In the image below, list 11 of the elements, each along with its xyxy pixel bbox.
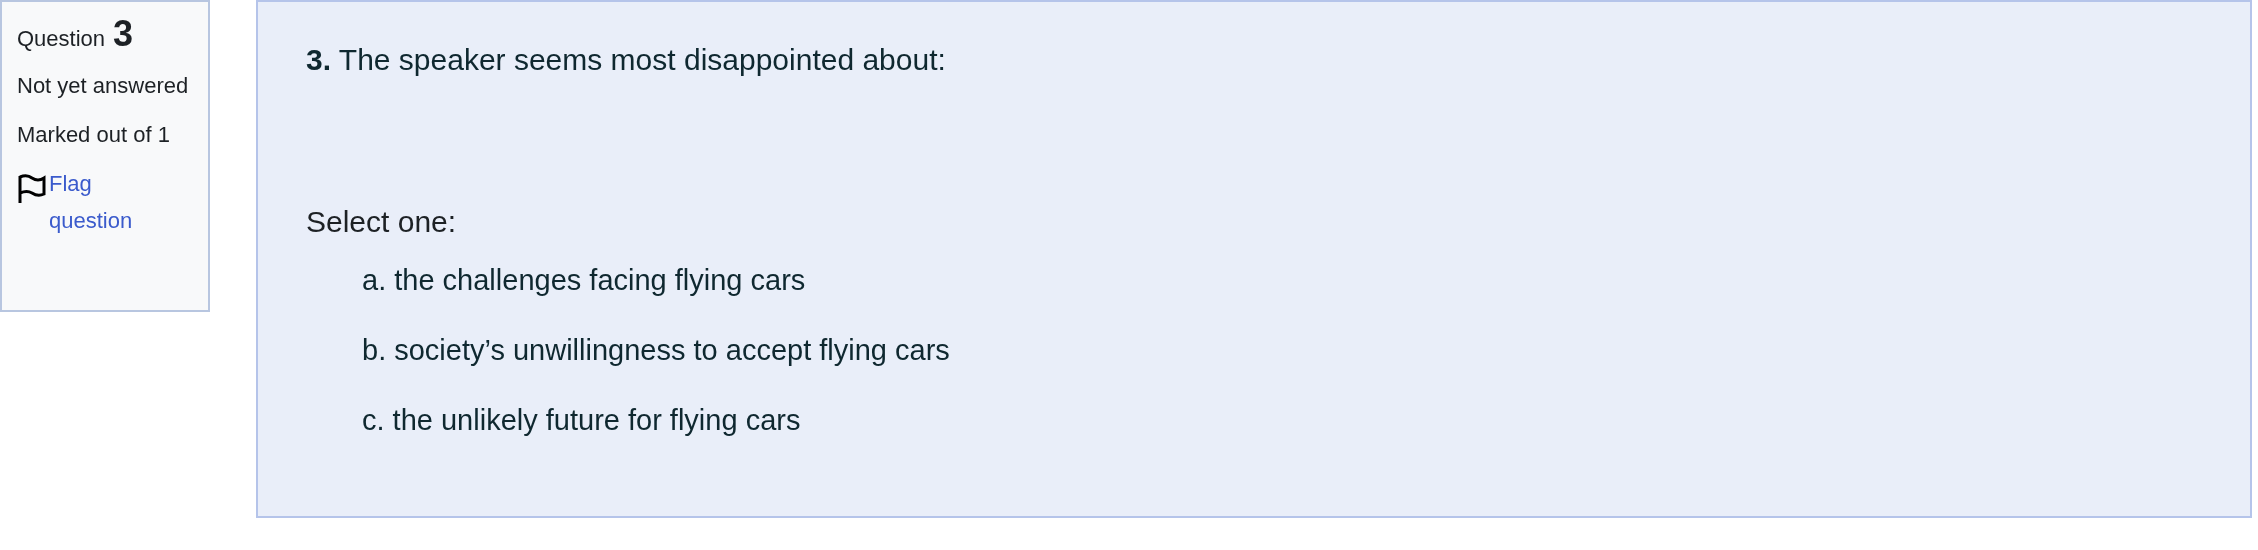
question-label: Question (17, 25, 106, 53)
question-marks: Marked out of 1 (17, 121, 171, 149)
select-one-label: Select one: (306, 204, 458, 240)
answer-option[interactable]: b. society’s unwillingness to accept flying cars (362, 330, 2250, 370)
flag-question-link[interactable]: Flag question (49, 165, 169, 239)
question-number: 3 (113, 16, 134, 52)
question-status: Not yet answered (17, 72, 190, 100)
answer-option[interactable]: a. the challenges facing flying cars (362, 260, 2250, 300)
flag-icon (17, 174, 47, 204)
answer-option[interactable]: c. the unlikely future for flying cars (362, 400, 2250, 440)
question-text: 3. The speaker seems most disappointed about: (306, 42, 947, 78)
